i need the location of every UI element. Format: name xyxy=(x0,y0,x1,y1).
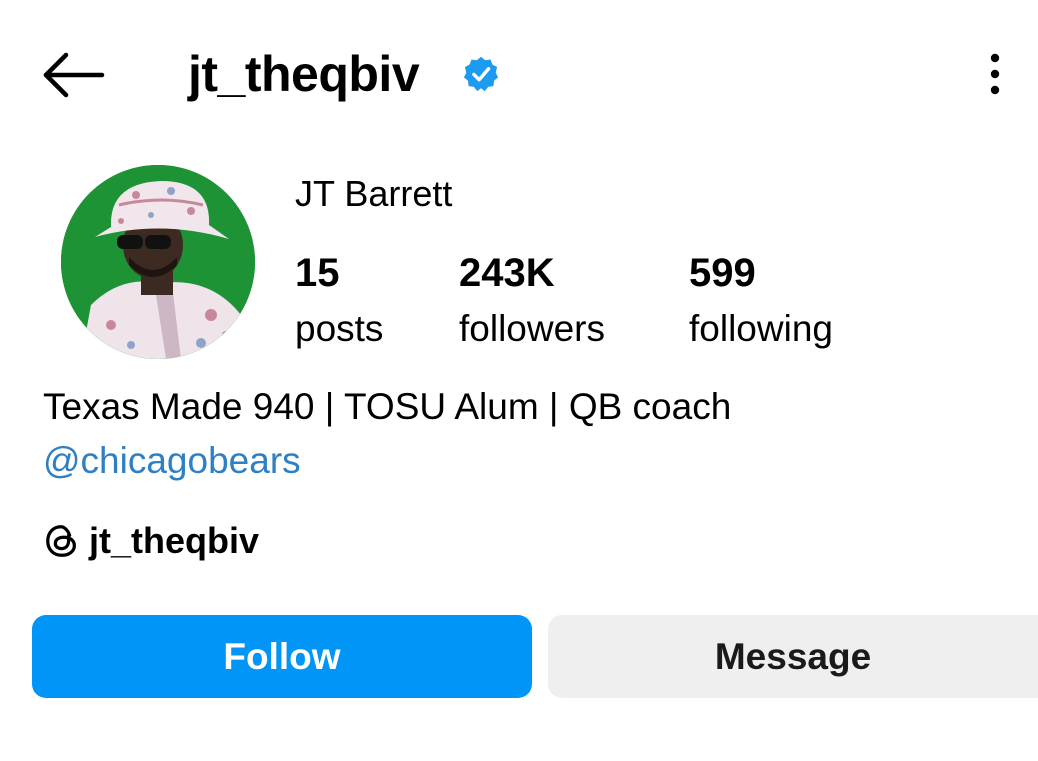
more-options-button[interactable] xyxy=(980,50,1010,98)
bio-text: Texas Made 940 | TOSU Alum | QB coach xyxy=(43,386,732,427)
bio-mention-link[interactable]: @chicagobears xyxy=(43,438,301,484)
stat-followers-value: 243K xyxy=(459,251,555,295)
profile-avatar[interactable] xyxy=(61,165,255,359)
display-name: JT Barrett xyxy=(295,173,453,214)
stat-posts-label: posts xyxy=(295,308,384,349)
stat-followers[interactable]: 243K followers xyxy=(459,248,605,354)
verified-badge-icon xyxy=(463,56,499,92)
threads-link[interactable]: jt_theqbiv xyxy=(43,517,259,565)
stat-following[interactable]: 599 following xyxy=(689,248,833,354)
profile-photo xyxy=(61,165,255,359)
back-button[interactable] xyxy=(40,50,106,100)
threads-handle: jt_theqbiv xyxy=(89,520,260,561)
stat-posts-value: 15 xyxy=(295,251,340,295)
message-button[interactable]: Message xyxy=(548,615,1038,698)
follow-button[interactable]: Follow xyxy=(32,615,532,698)
arrow-left-icon xyxy=(43,52,105,98)
header-username: jt_theqbiv xyxy=(188,46,420,102)
threads-icon xyxy=(46,525,76,557)
more-vertical-icon xyxy=(990,53,1000,95)
stat-followers-label: followers xyxy=(459,308,605,349)
stat-posts[interactable]: 15 posts xyxy=(295,248,383,354)
stat-following-value: 599 xyxy=(689,251,756,295)
stat-following-label: following xyxy=(689,308,833,349)
